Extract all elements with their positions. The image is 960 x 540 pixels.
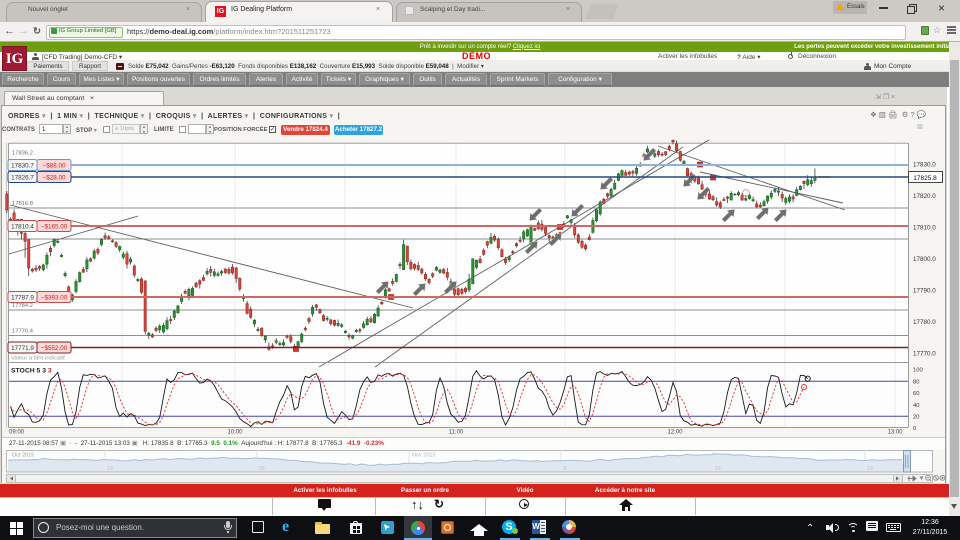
svg-text:Oct 2015: Oct 2015: [12, 453, 34, 459]
svg-text:9: 9: [563, 466, 566, 472]
svg-text:16: 16: [715, 466, 721, 472]
svg-text:19: 19: [107, 466, 113, 472]
svg-text:23: 23: [867, 466, 873, 472]
svg-text:Nov 2015: Nov 2015: [412, 453, 436, 459]
svg-text:26: 26: [259, 466, 265, 472]
